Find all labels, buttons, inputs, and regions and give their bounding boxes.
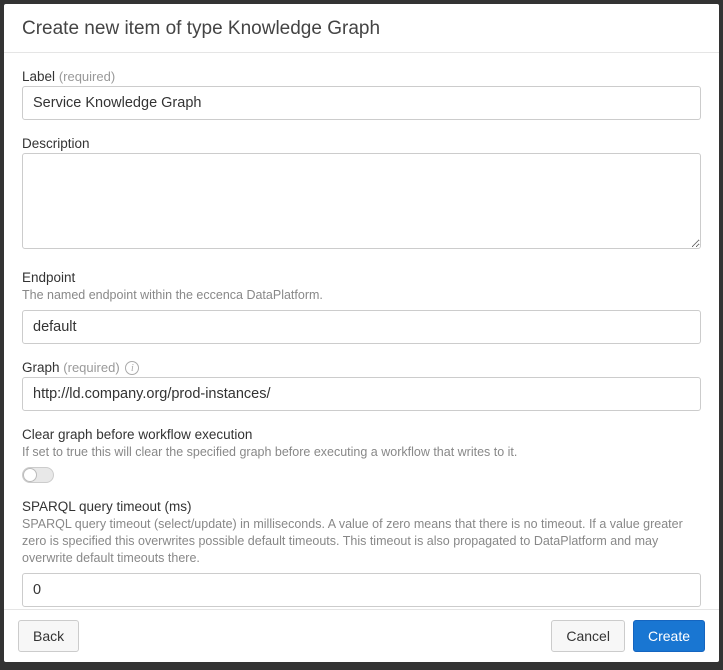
endpoint-input[interactable] bbox=[22, 310, 701, 344]
description-textarea[interactable] bbox=[22, 153, 701, 249]
clear-graph-help-text: If set to true this will clear the speci… bbox=[22, 444, 701, 461]
endpoint-help-text: The named endpoint within the eccenca Da… bbox=[22, 287, 701, 304]
graph-required-text: (required) bbox=[63, 360, 119, 375]
graph-label-text: Graph bbox=[22, 360, 60, 375]
clear-graph-toggle[interactable] bbox=[22, 467, 54, 483]
clear-graph-label-text: Clear graph before workflow execution bbox=[22, 427, 701, 442]
label-input[interactable] bbox=[22, 86, 701, 120]
description-label-text: Description bbox=[22, 136, 701, 151]
field-timeout: SPARQL query timeout (ms) SPARQL query t… bbox=[22, 499, 701, 607]
label-required-text: (required) bbox=[59, 69, 115, 84]
timeout-input[interactable] bbox=[22, 573, 701, 607]
back-button[interactable]: Back bbox=[18, 620, 79, 652]
field-label: Label (required) bbox=[22, 69, 701, 120]
field-clear-graph: Clear graph before workflow execution If… bbox=[22, 427, 701, 483]
cancel-button[interactable]: Cancel bbox=[551, 620, 625, 652]
create-item-dialog: Create new item of type Knowledge Graph … bbox=[4, 4, 719, 662]
dialog-footer: Back Cancel Create bbox=[4, 609, 719, 662]
timeout-label-text: SPARQL query timeout (ms) bbox=[22, 499, 701, 514]
field-endpoint: Endpoint The named endpoint within the e… bbox=[22, 270, 701, 344]
label-label-text: Label bbox=[22, 69, 55, 84]
dialog-body[interactable]: Label (required) Description Endpoint Th… bbox=[4, 53, 719, 609]
create-button[interactable]: Create bbox=[633, 620, 705, 652]
timeout-help-text: SPARQL query timeout (select/update) in … bbox=[22, 516, 701, 567]
dialog-title: Create new item of type Knowledge Graph bbox=[22, 18, 701, 40]
field-description: Description bbox=[22, 136, 701, 254]
dialog-header: Create new item of type Knowledge Graph bbox=[4, 4, 719, 53]
field-graph: Graph (required) i bbox=[22, 360, 701, 411]
toggle-knob bbox=[23, 468, 37, 482]
graph-input[interactable] bbox=[22, 377, 701, 411]
info-icon[interactable]: i bbox=[125, 361, 139, 375]
endpoint-label-text: Endpoint bbox=[22, 270, 701, 285]
